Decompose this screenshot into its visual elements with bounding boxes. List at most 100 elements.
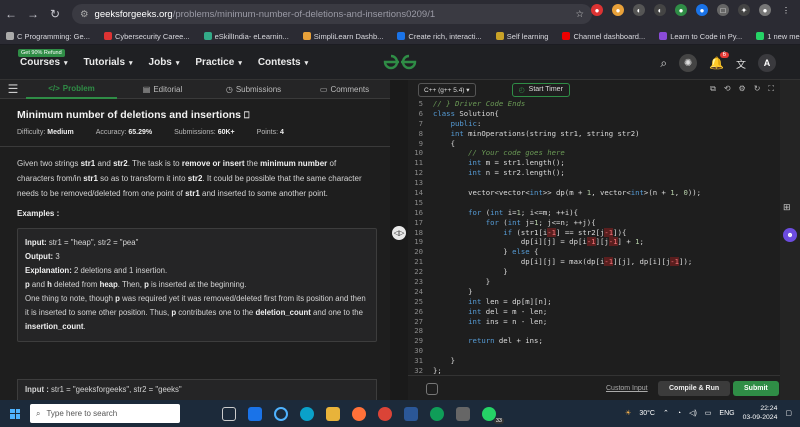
bookmark-favicon-icon: [203, 32, 212, 40]
translate-icon[interactable]: 文: [736, 56, 746, 71]
refund-badge[interactable]: Get 90% Refund: [18, 49, 65, 57]
notifications-icon[interactable]: ▢: [785, 409, 792, 417]
bookmark-item[interactable]: Cybersecurity Caree...: [103, 32, 190, 41]
extension-icon[interactable]: ◐: [654, 4, 666, 16]
forward-icon[interactable]: →: [22, 7, 44, 21]
bookmark-favicon-icon: [6, 32, 14, 40]
clock-time: 22:24: [760, 405, 778, 412]
timer-label: Start Timer: [528, 86, 563, 93]
weather-icon[interactable]: ☀: [625, 409, 631, 417]
address-bar[interactable]: ⚙ geeksforgeeks.org/problems/minimum-num…: [72, 4, 592, 24]
menu-jobs[interactable]: Jobs ▾: [149, 57, 180, 68]
bookmark-favicon-icon: [302, 32, 311, 40]
divider: [0, 146, 390, 147]
tab-editorial[interactable]: ▤ Editorial: [117, 80, 208, 99]
bookmark-item[interactable]: Learn to Code in Py...: [659, 32, 742, 41]
edge-icon[interactable]: [300, 406, 314, 421]
copy-icon[interactable]: ⧉: [710, 84, 716, 94]
tray-chevron-icon[interactable]: ⌃: [663, 409, 669, 417]
back-icon[interactable]: ←: [0, 7, 22, 21]
tab-problem[interactable]: </> Problem: [26, 80, 117, 99]
pane-divider[interactable]: [390, 80, 408, 400]
editor-toolbar: C++ (g++ 5.4) ▾ ◴ Start Timer ⧉ ⟲ ⚙ ↻ ⛶: [408, 80, 780, 99]
bookmark-item[interactable]: Self learning: [495, 32, 548, 41]
volume-icon[interactable]: ◁): [689, 409, 697, 417]
search-icon[interactable]: ⌕: [660, 56, 667, 71]
tab-comments[interactable]: ▭ Comments: [299, 80, 390, 99]
firefox-icon[interactable]: [352, 406, 366, 421]
code-line: 23 }: [414, 277, 491, 287]
extensions-puzzle-icon[interactable]: ✦: [738, 4, 750, 16]
language-indicator[interactable]: ENG: [719, 410, 734, 417]
task-view-icon[interactable]: [222, 406, 236, 421]
bookmark-item[interactable]: 1 new message: [756, 32, 800, 41]
menu-label: Practice: [195, 57, 235, 68]
menu-label: Courses: [20, 57, 61, 68]
media-player-icon[interactable]: [404, 406, 418, 421]
feedback-icon[interactable]: ⊞: [783, 202, 791, 213]
code-line: 17 for (int j=1; j<=n; ++j){: [414, 217, 596, 227]
submit-button[interactable]: Submit: [733, 381, 779, 396]
tab-submissions[interactable]: ◷ Submissions: [208, 80, 299, 99]
hamburger-menu-icon[interactable]: ☰: [0, 82, 26, 96]
console-toggle-icon[interactable]: [426, 383, 438, 395]
extension-icon[interactable]: ●: [612, 4, 624, 16]
fullscreen-icon[interactable]: ⛶: [768, 84, 774, 94]
menu-tutorials[interactable]: Tutorials ▾: [84, 57, 133, 68]
avatar[interactable]: A: [758, 54, 776, 72]
cortana-icon[interactable]: [274, 406, 288, 421]
bookmark-item[interactable]: eSkillIndia- eLearnin...: [203, 32, 289, 41]
extension-icon[interactable]: ●: [591, 4, 603, 16]
clock[interactable]: 22:24 03-09-2024: [743, 404, 778, 422]
mail-icon[interactable]: [248, 406, 262, 421]
gfg-logo[interactable]: [382, 53, 418, 71]
reload-icon[interactable]: ↻: [44, 7, 66, 21]
site-info-icon[interactable]: ⚙: [80, 9, 89, 20]
extension-icon[interactable]: ◐: [633, 4, 645, 16]
extension-icon[interactable]: □: [717, 4, 729, 16]
settings-icon[interactable]: ⚙: [739, 84, 746, 94]
code-editor[interactable]: 5// } Driver Code Ends 6 class Solution{ …: [408, 99, 780, 375]
windows-start-icon[interactable]: [10, 408, 20, 419]
notification-bell-icon[interactable]: 🔔 6: [709, 52, 729, 70]
menu-practice[interactable]: Practice ▾: [195, 57, 241, 68]
network-icon[interactable]: ◔: [677, 410, 681, 417]
code-line: 7 public:: [418, 118, 482, 128]
bookmark-item[interactable]: SimpliLearn Dashb...: [302, 31, 384, 41]
code-line: 8 int minOperations(string str1, string …: [418, 128, 640, 138]
chrome-icon[interactable]: [378, 406, 392, 421]
bookmark-label: C Programming: Ge...: [17, 31, 90, 41]
bookmark-icon[interactable]: ⎕: [244, 110, 249, 120]
profile-icon[interactable]: ●: [759, 4, 771, 16]
screen: ← → ↻ ⚙ geeksforgeeks.org/problems/minim…: [0, 0, 800, 427]
bookmark-item[interactable]: C Programming: Ge...: [6, 32, 90, 41]
menu-contests[interactable]: Contests ▾: [258, 57, 308, 68]
extension-icon[interactable]: ●: [675, 4, 687, 16]
chatbot-icon[interactable]: ☻: [783, 228, 797, 242]
start-timer-button[interactable]: ◴ Start Timer: [511, 82, 570, 97]
bookmark-item[interactable]: Channel dashboard...: [562, 32, 645, 41]
main-menu: Courses ▾ Tutorials ▾ Jobs ▾ Practice ▾ Cont…: [20, 57, 308, 68]
reset-icon[interactable]: ⟲: [724, 84, 731, 94]
photos-icon[interactable]: [456, 406, 470, 421]
bookmark-star-icon[interactable]: ☆: [575, 9, 584, 20]
bookmark-item[interactable]: Create rich, interacti...: [397, 32, 482, 41]
compile-run-button[interactable]: Compile & Run: [658, 381, 731, 396]
file-explorer-icon[interactable]: [326, 406, 340, 421]
theme-toggle-icon[interactable]: ✺: [679, 54, 698, 72]
whatsapp-icon[interactable]: 33: [482, 406, 504, 424]
bookmark-label: SimpliLearn Dashb...: [313, 31, 384, 41]
browser-menu-icon[interactable]: ⋮: [780, 4, 792, 16]
whatsapp-icon: [756, 32, 765, 40]
chrome-icon[interactable]: [430, 406, 444, 421]
chevron-down-icon: ▾: [129, 59, 133, 67]
language-select[interactable]: C++ (g++ 5.4) ▾: [418, 82, 476, 97]
extension-icon[interactable]: ●: [696, 4, 708, 16]
code-line: 12 int n = str2.length();: [414, 168, 565, 178]
menu-courses[interactable]: Courses ▾: [20, 57, 68, 68]
taskbar-search[interactable]: ⌕ Type here to search: [30, 404, 180, 423]
battery-icon[interactable]: ▭: [705, 409, 712, 417]
custom-input-link[interactable]: Custom Input: [606, 385, 648, 392]
refresh-icon[interactable]: ↻: [754, 84, 761, 94]
resize-handle-icon[interactable]: ◁▷: [392, 226, 406, 240]
